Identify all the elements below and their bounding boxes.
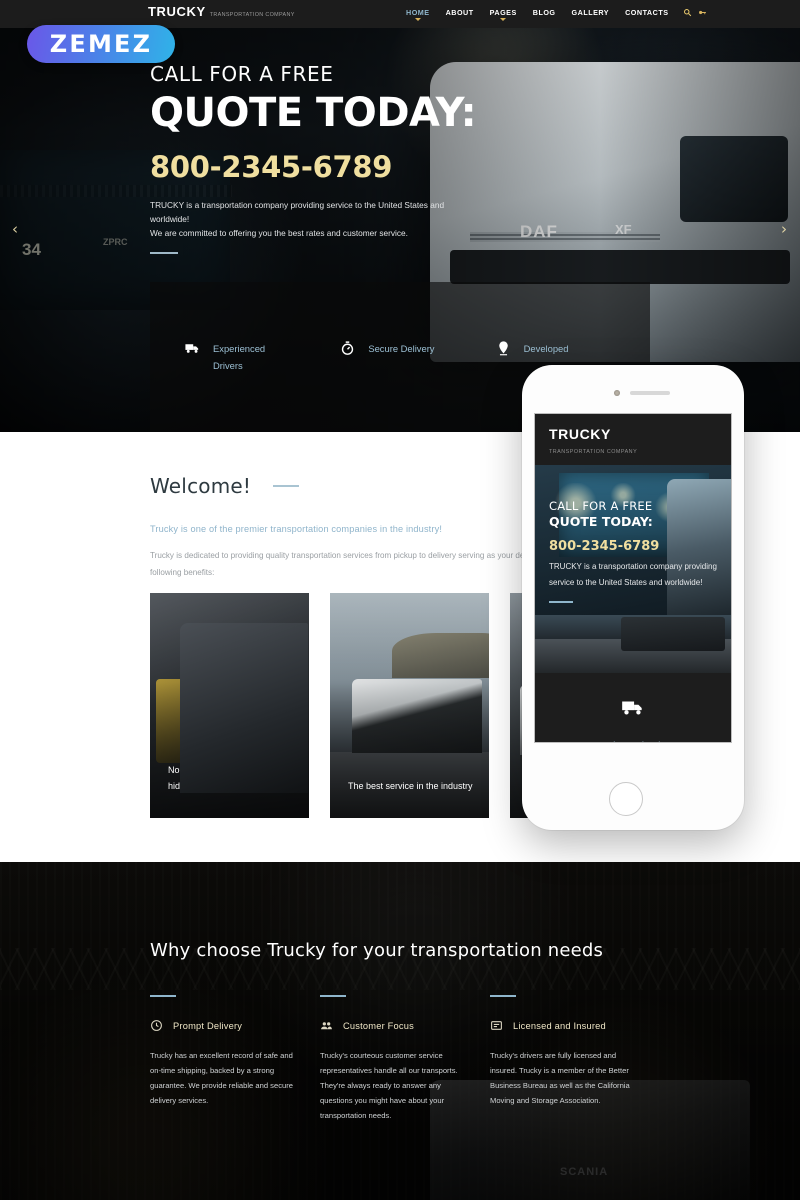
- phone-hero: CALL FOR A FREE QUOTE TODAY: 800-2345-67…: [535, 465, 731, 615]
- nav-item-about[interactable]: ABOUT: [438, 8, 482, 17]
- brand-name: TRUCKY: [148, 4, 206, 19]
- nav-item-label: GALLERY: [571, 8, 610, 17]
- phone-home-button[interactable]: [609, 782, 643, 816]
- why-columns: Prompt Delivery Trucky has an excellent …: [150, 995, 670, 1123]
- chevron-down-icon: [500, 18, 507, 21]
- phone-mockup: TRUCKY TRANSPORTATION COMPANY CALL FOR A…: [522, 365, 744, 830]
- zemez-badge-label: ZEMEZ: [49, 30, 153, 58]
- nav-item-pages[interactable]: PAGES: [482, 8, 525, 21]
- hero-phone-number[interactable]: 800-2345-6789: [150, 150, 670, 184]
- benefit-card[interactable]: The best service in the industry: [330, 593, 489, 818]
- hero-description-line-2: We are committed to offering you the bes…: [150, 228, 408, 238]
- why-column-body: Trucky has an excellent record of safe a…: [150, 1051, 293, 1105]
- key-icon[interactable]: [698, 8, 707, 19]
- hero-feature-secure-delivery[interactable]: Secure Delivery: [339, 340, 494, 357]
- brand-tagline: TRANSPORTATION COMPANY: [209, 12, 295, 18]
- welcome-title: Welcome!: [150, 474, 252, 498]
- nav-item-label: CONTACTS: [625, 8, 669, 17]
- why-column-title: Prompt Delivery: [173, 1020, 243, 1031]
- why-content: Why choose Trucky for your transportatio…: [150, 940, 670, 1123]
- truck-icon: [620, 695, 646, 721]
- site-logo[interactable]: TRUCKY TRANSPORTATION COMPANY: [148, 4, 295, 19]
- hero-feature-developed[interactable]: Developed: [495, 340, 650, 357]
- site-header: TRUCKY TRANSPORTATION COMPANY HOME ABOUT…: [0, 0, 800, 28]
- nav-item-label: PAGES: [489, 8, 517, 17]
- yard-number-secondary: ZPRC: [103, 237, 128, 247]
- why-column-body: Trucky's courteous customer service repr…: [320, 1051, 458, 1120]
- phone-hero-description: TRUCKY is a transportation company provi…: [549, 562, 717, 587]
- why-column-header: Licensed and Insured: [490, 1019, 642, 1032]
- hero-content: CALL FOR A FREE QUOTE TODAY: 800-2345-67…: [150, 62, 670, 254]
- phone-hero-content: CALL FOR A FREE QUOTE TODAY: 800-2345-67…: [549, 499, 721, 603]
- hero-feature-experienced-drivers[interactable]: Experienced Drivers: [184, 340, 339, 374]
- stopwatch-icon: [339, 340, 356, 357]
- truck-icon: [184, 340, 201, 357]
- people-icon: [320, 1019, 333, 1032]
- phone-hero-accent-rule: [549, 601, 573, 603]
- hero-subtitle: CALL FOR A FREE: [150, 62, 334, 86]
- page-root: DAF XF 34 ZPRC CALL FOR A FREE QUOTE TOD…: [0, 0, 800, 1200]
- why-column-customer-focus: Customer Focus Trucky's courteous custom…: [320, 995, 490, 1123]
- benefit-card[interactable]: No cost cancellation*, No hidden fees!: [150, 593, 309, 818]
- hero-description-line-1: TRUCKY is a transportation company provi…: [150, 200, 445, 224]
- nav-item-label: BLOG: [532, 8, 556, 17]
- benefit-card-caption: The best service in the industry: [348, 781, 473, 791]
- nav-item-home[interactable]: HOME: [398, 8, 438, 21]
- yard-number: 34: [22, 240, 41, 259]
- phone-feature-label: Experienced Drivers: [535, 740, 731, 742]
- why-column-title: Customer Focus: [343, 1020, 414, 1031]
- why-column-prompt-delivery: Prompt Delivery Trucky has an excellent …: [150, 995, 320, 1123]
- hero-feature-label: Developed: [523, 343, 569, 354]
- nav-item-gallery[interactable]: GALLERY: [564, 8, 618, 17]
- phone-speaker: [630, 391, 670, 395]
- hero-accent-rule: [150, 252, 178, 254]
- phone-site-header: TRUCKY TRANSPORTATION COMPANY: [535, 414, 731, 465]
- document-icon: [490, 1019, 503, 1032]
- nav-item-contacts[interactable]: CONTACTS: [617, 8, 676, 17]
- clock-icon: [150, 1019, 163, 1032]
- welcome-accent-rule: [273, 485, 300, 487]
- why-choose-section: SCANIA Why choose Trucky for your transp…: [0, 862, 800, 1200]
- phone-brand-name: TRUCKY: [549, 426, 611, 442]
- benefit-card-caption: No cost cancellation*, No hidden fees!: [168, 765, 269, 791]
- why-column-body: Trucky's drivers are fully licensed and …: [490, 1051, 630, 1105]
- why-column-accent-rule: [150, 995, 176, 997]
- slider-prev-arrow-icon[interactable]: ‹: [12, 220, 18, 238]
- nav-item-blog[interactable]: BLOG: [525, 8, 564, 17]
- why-column-header: Customer Focus: [320, 1019, 472, 1032]
- why-column-accent-rule: [490, 995, 516, 997]
- hero-feature-label: Secure Delivery: [368, 343, 435, 354]
- phone-hero-image-strip: [535, 615, 731, 673]
- phone-brand-tagline: TRANSPORTATION COMPANY: [549, 449, 638, 455]
- search-icon[interactable]: [683, 8, 692, 19]
- hero-feature-label: Experienced Drivers: [213, 343, 266, 371]
- why-column-accent-rule: [320, 995, 346, 997]
- phone-feature-block[interactable]: Experienced Drivers: [535, 673, 731, 742]
- chevron-down-icon: [414, 18, 421, 21]
- why-column-header: Prompt Delivery: [150, 1019, 302, 1032]
- main-navigation: HOME ABOUT PAGES BLOG GALLERY CONTACTS: [398, 8, 707, 21]
- hero-description: TRUCKY is a transportation company provi…: [150, 198, 480, 240]
- phone-screen: TRUCKY TRANSPORTATION COMPANY CALL FOR A…: [534, 413, 732, 743]
- hero-title: QUOTE TODAY:: [150, 90, 477, 136]
- phone-hero-phone-number[interactable]: 800-2345-6789: [549, 539, 721, 554]
- phone-hero-title: QUOTE TODAY:: [549, 514, 653, 529]
- map-pin-icon: [495, 340, 512, 357]
- why-title: Why choose Trucky for your transportatio…: [150, 940, 604, 961]
- phone-camera-icon: [614, 390, 620, 396]
- phone-hero-subtitle: CALL FOR A FREE: [549, 499, 653, 513]
- zemez-badge[interactable]: ZEMEZ: [27, 25, 175, 63]
- why-column-title: Licensed and Insured: [513, 1020, 606, 1031]
- nav-item-label: HOME: [406, 8, 430, 17]
- why-column-licensed-insured: Licensed and Insured Trucky's drivers ar…: [490, 995, 660, 1123]
- nav-item-label: ABOUT: [445, 8, 474, 17]
- slider-next-arrow-icon[interactable]: ›: [781, 220, 787, 238]
